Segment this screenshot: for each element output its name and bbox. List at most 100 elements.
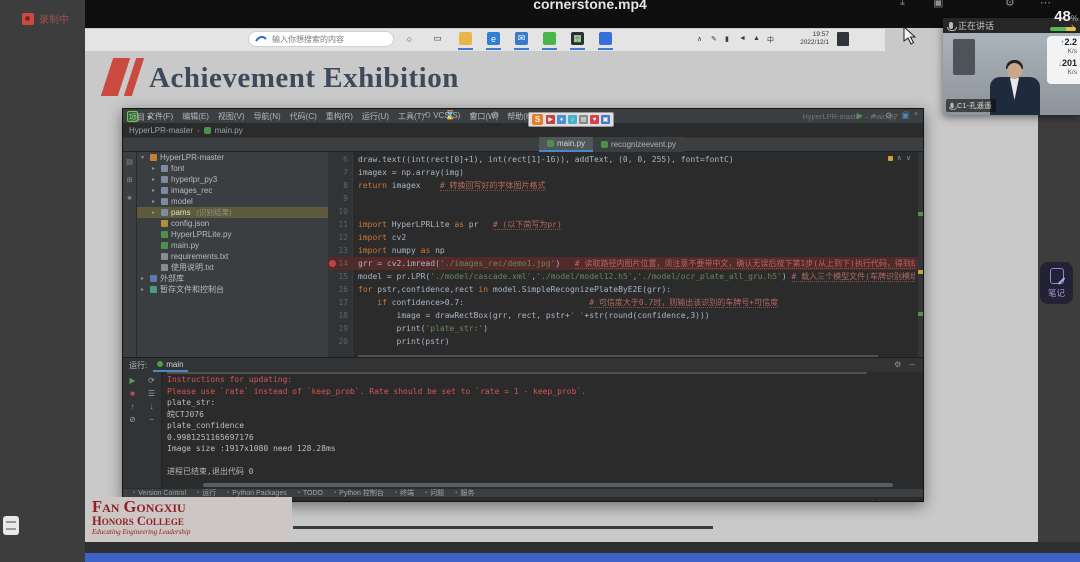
- code-line[interactable]: 11import HyperLPRLite as pr # (以下简写为pr): [328, 218, 923, 231]
- heart-icon[interactable]: ♥: [590, 115, 599, 124]
- code-line[interactable]: 15model = pr.LPR('./model/cascade.xml','…: [328, 270, 923, 283]
- capture-toolbar[interactable]: S ▶♦♪▤♥▣: [528, 112, 614, 127]
- monitor-icon[interactable]: ▣: [601, 115, 610, 124]
- tree-expand-arrow[interactable]: ▾: [141, 154, 147, 161]
- code-line[interactable]: 6draw.text((int(rect[0]+1), int(rect[1]-…: [328, 153, 923, 166]
- tool-window-button[interactable]: ▪Version Control: [133, 490, 186, 497]
- notes-button[interactable]: 笔记: [1040, 262, 1073, 304]
- code-line[interactable]: 19 print('plate_str:'): [328, 322, 923, 335]
- down-icon[interactable]: ↓: [150, 402, 154, 411]
- edge-icon[interactable]: e: [487, 32, 500, 45]
- code-line[interactable]: 17 if confidence>0.7: # 可信度大于0.7时，则输出该识别…: [328, 296, 923, 309]
- code-line[interactable]: 18 image = drawRectBox(grr, rect, pstr+'…: [328, 309, 923, 322]
- code-line[interactable]: 13import numpy as np: [328, 244, 923, 257]
- layout-icon[interactable]: ▣: [901, 111, 909, 121]
- tree-expand-arrow[interactable]: ▸: [152, 198, 158, 205]
- tool-window-button[interactable]: ▪Python Packages: [227, 490, 287, 497]
- tool-window-button[interactable]: ▪终端: [395, 488, 414, 497]
- tree-item[interactable]: ▸暂存文件和控制台: [137, 284, 328, 295]
- tool-window-button[interactable]: ▪运行: [197, 488, 216, 497]
- collapse-icon[interactable]: ─: [909, 360, 915, 369]
- code-line[interactable]: 9: [328, 192, 923, 205]
- chevron-up-icon[interactable]: ∧: [697, 35, 702, 43]
- tool-window-button[interactable]: ▪Python 控制台: [334, 488, 384, 497]
- volume-icon[interactable]: ◄: [739, 35, 746, 42]
- tree-item[interactable]: ▸hyperlpr_py3: [137, 174, 328, 185]
- tree-expand-arrow[interactable]: ▸: [152, 209, 158, 216]
- taskbar-clock[interactable]: 19:57 2022/12/1: [783, 31, 829, 47]
- run-tab[interactable]: main: [153, 358, 187, 372]
- tree-item[interactable]: ▸font: [137, 163, 328, 174]
- sync-icon[interactable]: ⟲: [423, 110, 431, 121]
- breadcrumb-file[interactable]: main.py: [215, 126, 243, 135]
- chevron-down-icon[interactable]: ∨: [906, 154, 911, 162]
- tool-window-button[interactable]: ▪TODO: [298, 490, 323, 497]
- editor-tab[interactable]: recognizeevent.py: [593, 137, 684, 152]
- stop-icon[interactable]: ■: [130, 389, 135, 398]
- pen-icon[interactable]: ✎: [711, 35, 717, 43]
- refresh-icon[interactable]: ⟳: [148, 376, 155, 385]
- project-tool-tab[interactable]: 项目 ▾: [129, 112, 151, 123]
- tree-item[interactable]: ▸外部库: [137, 273, 328, 284]
- code-editor[interactable]: 6draw.text((int(rect[0]+1), int(rect[1]-…: [328, 152, 923, 357]
- tree-item[interactable]: ▸images_rec: [137, 185, 328, 196]
- tree-expand-arrow[interactable]: ▸: [152, 187, 158, 194]
- task-view-icon[interactable]: ▭: [431, 32, 444, 45]
- tree-item[interactable]: config.json: [137, 218, 328, 229]
- settings-gear-icon[interactable]: ⚙: [491, 110, 499, 121]
- audio-icon[interactable]: ♪: [568, 115, 577, 124]
- tree-expand-arrow[interactable]: ▸: [152, 176, 158, 183]
- tree-expand-arrow[interactable]: ▸: [141, 286, 147, 293]
- menu-item[interactable]: 工具(T): [398, 111, 424, 122]
- clear-icon[interactable]: −: [149, 415, 154, 424]
- pip-icon[interactable]: ▣: [933, 0, 943, 9]
- battery-icon[interactable]: ▮: [725, 35, 729, 43]
- settings-icon[interactable]: ⚙: [1005, 0, 1015, 9]
- tree-item[interactable]: 使用说明.txt: [137, 262, 328, 273]
- side-panel-handle[interactable]: [3, 516, 19, 535]
- ime-icon[interactable]: 中: [767, 35, 774, 45]
- network-icon[interactable]: ▲: [753, 35, 760, 42]
- settings-icon-small[interactable]: ⚙: [885, 111, 892, 121]
- tree-item[interactable]: ▸model: [137, 196, 328, 207]
- tree-item[interactable]: requirements.txt: [137, 251, 328, 262]
- tree-expand-arrow[interactable]: ▸: [152, 165, 158, 172]
- code-line[interactable]: 7imagex = np.array(img): [328, 166, 923, 179]
- menu-item[interactable]: 重构(R): [326, 111, 353, 122]
- cortana-icon[interactable]: ○: [403, 32, 416, 45]
- show-desktop-button[interactable]: [837, 32, 849, 46]
- app-blue-icon[interactable]: [599, 32, 612, 45]
- taskbar-search-box[interactable]: 输入你想搜索的内容: [248, 31, 394, 47]
- minimize-panel-icon[interactable]: ─: [513, 110, 519, 121]
- gear-icon[interactable]: ⚙: [894, 360, 901, 369]
- pin-icon[interactable]: ⊘: [129, 415, 136, 424]
- mic-icon[interactable]: ♦: [557, 115, 566, 124]
- code-line[interactable]: 14grr = cv2.imread('./images_rec/demo1.j…: [328, 257, 923, 270]
- code-line[interactable]: 12import cv2: [328, 231, 923, 244]
- chevron-up-icon[interactable]: ∧: [897, 154, 902, 162]
- image-icon[interactable]: ▤: [579, 115, 588, 124]
- photos-icon[interactable]: ▦: [571, 32, 584, 45]
- breadcrumb-project[interactable]: HyperLPR-master: [129, 126, 193, 135]
- tool-window-button[interactable]: ▪问题: [425, 488, 444, 497]
- tree-item[interactable]: main.py: [137, 240, 328, 251]
- favorites-strip-icon[interactable]: ★: [126, 194, 132, 202]
- code-line[interactable]: 20 print(pstr): [328, 335, 923, 348]
- code-line[interactable]: 10: [328, 205, 923, 218]
- project-strip-icon[interactable]: ▤: [126, 158, 133, 166]
- menu-icon[interactable]: ☰: [148, 389, 155, 398]
- add-icon[interactable]: ⊕: [470, 110, 478, 121]
- tool-window-button[interactable]: ▪服务: [455, 488, 474, 497]
- wechat-icon[interactable]: [543, 32, 556, 45]
- code-line[interactable]: 8return imagex # 转换回写好的字体图片格式: [328, 179, 923, 192]
- menu-item[interactable]: 代码(C): [290, 111, 317, 122]
- structure-strip-icon[interactable]: ⊞: [127, 176, 133, 184]
- menu-item[interactable]: 运行(U): [362, 111, 389, 122]
- up-icon[interactable]: ↑: [131, 402, 135, 411]
- tree-item[interactable]: HyperLPRLite.py: [137, 229, 328, 240]
- run-icon[interactable]: ▶: [857, 111, 863, 121]
- tree-item[interactable]: ▾HyperLPR-master: [137, 152, 328, 163]
- rerun-icon[interactable]: ▶: [129, 376, 135, 385]
- editor-tab[interactable]: main.py: [539, 137, 593, 152]
- breadcrumb[interactable]: HyperLPR-master › main.py: [129, 123, 243, 137]
